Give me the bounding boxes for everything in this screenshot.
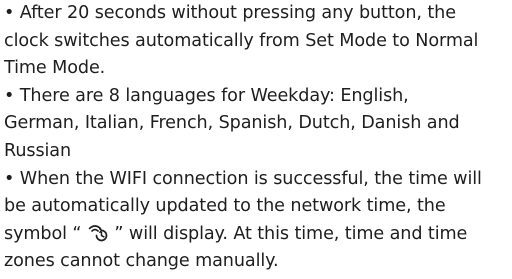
instruction-text: • After 20 seconds without pressing any … (4, 0, 508, 276)
line-text: ” will display. At this time, time and t… (108, 223, 468, 244)
line-text: When the WIFI connection is successful, … (19, 168, 482, 189)
line-text: There are 8 languages for Weekday: Engli… (19, 85, 409, 106)
text-line: clock switches automatically from Set Mo… (4, 30, 479, 51)
text-line: Russian (4, 140, 72, 161)
text-line: be automatically updated to the network … (4, 196, 446, 217)
text-line: zones cannot change manually. (4, 251, 279, 272)
text-line: • When the WIFI connection is successful… (4, 166, 508, 194)
text-line: • There are 8 languages for Weekday: Eng… (4, 83, 508, 111)
wifi-sync-icon (88, 224, 108, 242)
bullet: • (4, 85, 15, 106)
paragraph-wifi-sync: • When the WIFI connection is successful… (4, 166, 508, 276)
paragraph-auto-return: • After 20 seconds without pressing any … (4, 0, 508, 83)
text-line: German, Italian, French, Spanish, Dutch,… (4, 113, 460, 134)
line-text: After 20 seconds without pressing any bu… (19, 3, 456, 23)
text-line: Time Mode. (4, 58, 106, 79)
text-line: • After 20 seconds without pressing any … (4, 0, 508, 28)
line-text: symbol “ (4, 223, 87, 244)
paragraph-languages: • There are 8 languages for Weekday: Eng… (4, 83, 508, 166)
bullet: • (4, 3, 15, 23)
bullet: • (4, 168, 15, 189)
text-line-symbol: symbol “ ” will display. At this time, t… (4, 221, 508, 249)
